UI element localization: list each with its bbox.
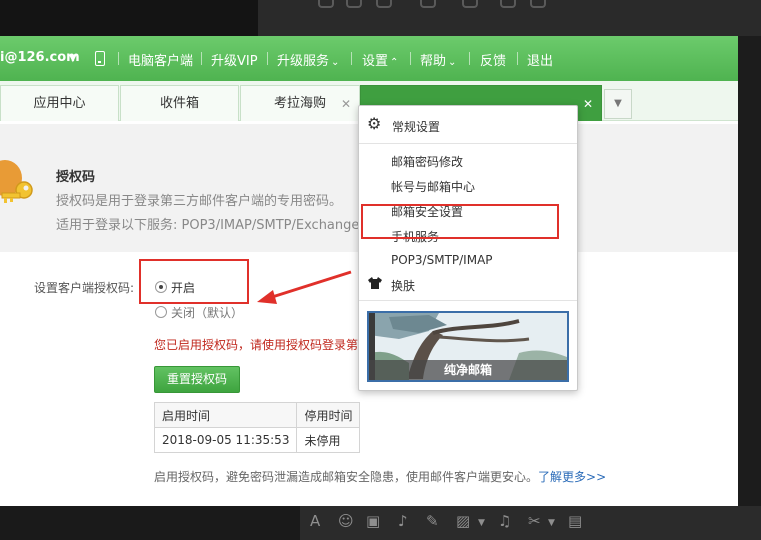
divider: [410, 52, 411, 65]
reset-auth-code-button[interactable]: 重置授权码: [154, 366, 240, 393]
feedback-link[interactable]: 反馈: [480, 50, 506, 69]
table-row: 2018-09-05 11:35:53 未停用: [153, 427, 361, 453]
chevron-down-icon: ⌄: [331, 57, 340, 68]
divider: [267, 52, 268, 65]
background-icon: [376, 0, 392, 8]
general-settings-item[interactable]: ⚙ 常规设置: [359, 106, 577, 144]
upgrade-service-label: 升级服务: [277, 54, 330, 69]
radio-disable[interactable]: [155, 306, 167, 318]
auth-title: 授权码: [56, 170, 96, 185]
tab-app-center[interactable]: 应用中心: [0, 85, 119, 121]
chevron-down-icon[interactable]: ▼: [67, 50, 77, 65]
annotation-highlight-enable: [139, 259, 249, 304]
theme-caption: 纯净邮箱: [369, 360, 567, 380]
background-icon: [530, 0, 546, 8]
background-top-frame: [0, 0, 761, 36]
background-right-edge: [738, 36, 761, 506]
top-navigation-bar: i@126.com ▼ 电脑客户端 升级VIP 升级服务 ⌄ 设置 ⌃ 帮助 ⌄ 反馈…: [0, 36, 738, 81]
close-icon[interactable]: ✕: [341, 86, 351, 122]
divider: [469, 52, 470, 65]
settings-label: 设置: [362, 54, 389, 69]
phone-icon[interactable]: [95, 51, 105, 66]
divider: [118, 52, 119, 65]
background-icon: [462, 0, 478, 8]
annotation-highlight-pop3: [361, 204, 559, 239]
auth-services: 适用于登录以下服务: POP3/IMAP/SMTP/Exchange: [56, 218, 360, 233]
divider: [351, 52, 352, 65]
desktop-client-link[interactable]: 电脑客户端: [128, 50, 193, 69]
menu-item-account-center[interactable]: 帐号与邮箱中心: [391, 178, 475, 195]
general-settings-label: 常规设置: [392, 120, 441, 134]
font-icon: A: [310, 512, 321, 530]
annotation-arrow: [257, 270, 352, 304]
close-icon[interactable]: ✕: [583, 86, 593, 122]
tab-kaola[interactable]: 考拉海购 ✕: [240, 85, 360, 121]
background-icon: [318, 0, 334, 8]
mic-icon: ♪: [398, 512, 408, 530]
background-icon: [420, 0, 436, 8]
gear-icon: ⚙: [367, 114, 382, 133]
menu-item-skin[interactable]: 换肤: [391, 277, 415, 294]
scissors-icon: ✂: [528, 512, 541, 530]
upgrade-vip-link[interactable]: 升级VIP: [211, 50, 258, 69]
divider: [201, 52, 202, 65]
table-header-row: 启用时间 停用时间: [153, 402, 361, 428]
chevron-down-icon: ▼: [548, 518, 555, 528]
background-editor-toolbar: A ☺ ▣ ♪ ✎ ▨ ▼ ♫ ✂ ▼ ▤: [0, 506, 761, 540]
chevron-down-icon: ▼: [478, 518, 485, 528]
client-auth-label: 设置客户端授权码:: [34, 281, 135, 295]
background-icon: [346, 0, 362, 8]
trash-icon: ▤: [568, 512, 583, 530]
settings-menu[interactable]: 设置 ⌃: [362, 50, 398, 69]
tab-label: 收件箱: [159, 96, 199, 111]
enabled-time: 2018-09-05 11:35:53: [153, 427, 298, 453]
auth-description: 授权码是用于登录第三方邮件客户端的专用密码。: [56, 194, 343, 209]
tab-inbox[interactable]: 收件箱: [120, 85, 239, 121]
help-menu[interactable]: 帮助 ⌄: [420, 50, 456, 69]
video-icon: ▣: [366, 512, 381, 530]
menu-item-pop3-smtp-imap[interactable]: POP3/SMTP/IMAP: [391, 253, 493, 267]
upgrade-service-menu[interactable]: 升级服务 ⌄: [277, 50, 339, 69]
radio-disable-label[interactable]: 关闭（默认）: [171, 304, 243, 321]
menu-item-password[interactable]: 邮箱密码修改: [391, 153, 463, 170]
help-label: 帮助: [420, 54, 447, 69]
music-icon: ♫: [498, 512, 512, 530]
chevron-down-icon: ⌄: [448, 57, 457, 68]
image-icon: ▨: [456, 512, 471, 530]
auth-code-table: 启用时间 停用时间 2018-09-05 11:35:53 未停用: [153, 402, 361, 453]
learn-more-link[interactable]: 了解更多>>: [538, 470, 606, 484]
emoji-icon: ☺: [338, 512, 354, 530]
settings-dropdown: ⚙ 常规设置 邮箱密码修改 帐号与邮箱中心 邮箱安全设置 手机服务 POP3/S…: [358, 105, 578, 391]
disabled-time: 未停用: [296, 427, 361, 453]
divider: [359, 300, 577, 301]
logout-link[interactable]: 退出: [527, 50, 553, 69]
tab-label: 考拉海购: [273, 96, 326, 111]
chevron-up-icon: ⌃: [390, 57, 399, 68]
footnote-text: 启用授权码，避免密码泄漏造成邮箱安全隐患，使用邮件客户端更安心。: [154, 470, 539, 484]
chevron-down-icon: ▼: [614, 98, 622, 109]
background-icon: [500, 0, 516, 8]
key-icon: [1, 181, 33, 203]
divider: [517, 52, 518, 65]
tab-overflow-button[interactable]: ▼: [604, 89, 632, 119]
pen-icon: ✎: [426, 512, 439, 530]
table-header: 启用时间: [153, 402, 298, 428]
theme-thumbnail[interactable]: 纯净邮箱: [367, 311, 569, 382]
table-header: 停用时间: [296, 402, 361, 428]
mail-client: i@126.com ▼ 电脑客户端 升级VIP 升级服务 ⌄ 设置 ⌃ 帮助 ⌄ 反馈…: [0, 36, 738, 506]
tab-label: 应用中心: [33, 96, 86, 111]
shirt-icon: [368, 277, 382, 289]
footnote: 启用授权码，避免密码泄漏造成邮箱安全隐患，使用邮件客户端更安心。了解更多>>: [154, 468, 606, 485]
